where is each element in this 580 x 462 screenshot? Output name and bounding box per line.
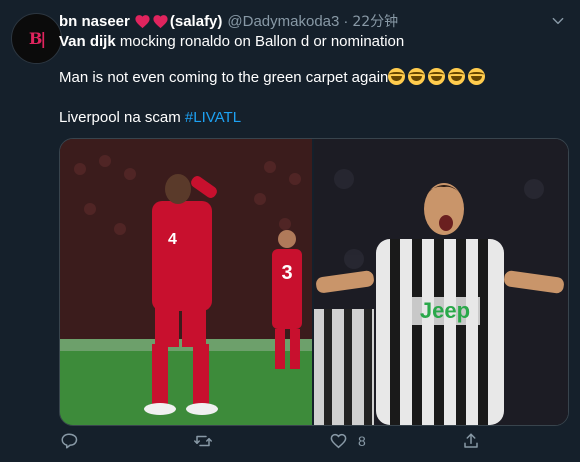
tweet-header: bn naseer (salafy) @Dadymakoda3 · 22分钟 xyxy=(59,11,398,31)
tweet-text: Liverpool na scam xyxy=(59,109,185,126)
display-name[interactable]: bn naseer xyxy=(59,13,130,30)
display-name-suffix[interactable]: (salafy) xyxy=(170,13,223,30)
jersey-sponsor: Jeep xyxy=(420,298,470,323)
tears-of-joy-emojis xyxy=(388,68,488,86)
avatar[interactable]: B| xyxy=(11,13,62,64)
player-number-bg: 3 xyxy=(281,262,292,284)
tweet-text-bold: Van dijk xyxy=(59,33,116,50)
tears-of-joy-emoji-icon xyxy=(408,68,426,85)
retweet-icon xyxy=(194,435,212,447)
heart-emoji-icon xyxy=(135,14,150,28)
photo-right-illustration: Jeep xyxy=(314,139,568,425)
tears-of-joy-emoji-icon xyxy=(448,68,466,85)
avatar-logo: B| xyxy=(28,29,46,48)
heart-emoji-icon xyxy=(153,14,168,28)
heart-icon xyxy=(330,433,347,449)
reply-icon xyxy=(61,433,78,449)
user-handle[interactable]: @Dadymakoda3 xyxy=(227,13,339,30)
photo-left-illustration: 3 4 xyxy=(60,139,312,425)
footballer-celebrating-photo[interactable]: Jeep xyxy=(314,139,568,425)
tweet-actions: 8 xyxy=(59,432,539,454)
hashtag-link[interactable]: #LIVATL xyxy=(185,109,241,126)
like-count: 8 xyxy=(358,433,366,449)
tweet-text-rest: mocking ronaldo on Ballon d or nominatio… xyxy=(115,33,405,50)
tears-of-joy-emoji-icon xyxy=(428,68,446,85)
timestamp[interactable]: 22分钟 xyxy=(352,11,398,31)
tears-of-joy-emoji-icon xyxy=(468,68,486,85)
more-options-chevron-icon[interactable] xyxy=(547,10,569,32)
reply-button[interactable] xyxy=(60,432,78,450)
tweet-media[interactable]: 3 4 Jeep xyxy=(59,138,569,426)
share-button[interactable] xyxy=(462,432,480,450)
tweet-text-line-2: Man is not even coming to the green carp… xyxy=(59,68,488,88)
separator-dot: · xyxy=(343,12,349,30)
tweet-text: Man is not even coming to the green carp… xyxy=(59,69,389,86)
footballer-hands-on-head-photo[interactable]: 3 4 xyxy=(60,139,312,425)
tweet[interactable]: B| bn naseer (salafy) @Dadymakoda3 · 22分… xyxy=(0,0,580,462)
name-hearts xyxy=(134,13,169,30)
player-number: 4 xyxy=(168,231,177,248)
share-icon xyxy=(464,433,478,448)
tweet-text-line-1: Van dijk mocking ronaldo on Ballon d or … xyxy=(59,32,404,52)
retweet-button[interactable] xyxy=(193,432,213,450)
like-button[interactable]: 8 xyxy=(329,432,366,450)
tweet-text-line-3: Liverpool na scam #LIVATL xyxy=(59,108,241,128)
tears-of-joy-emoji-icon xyxy=(388,68,406,85)
